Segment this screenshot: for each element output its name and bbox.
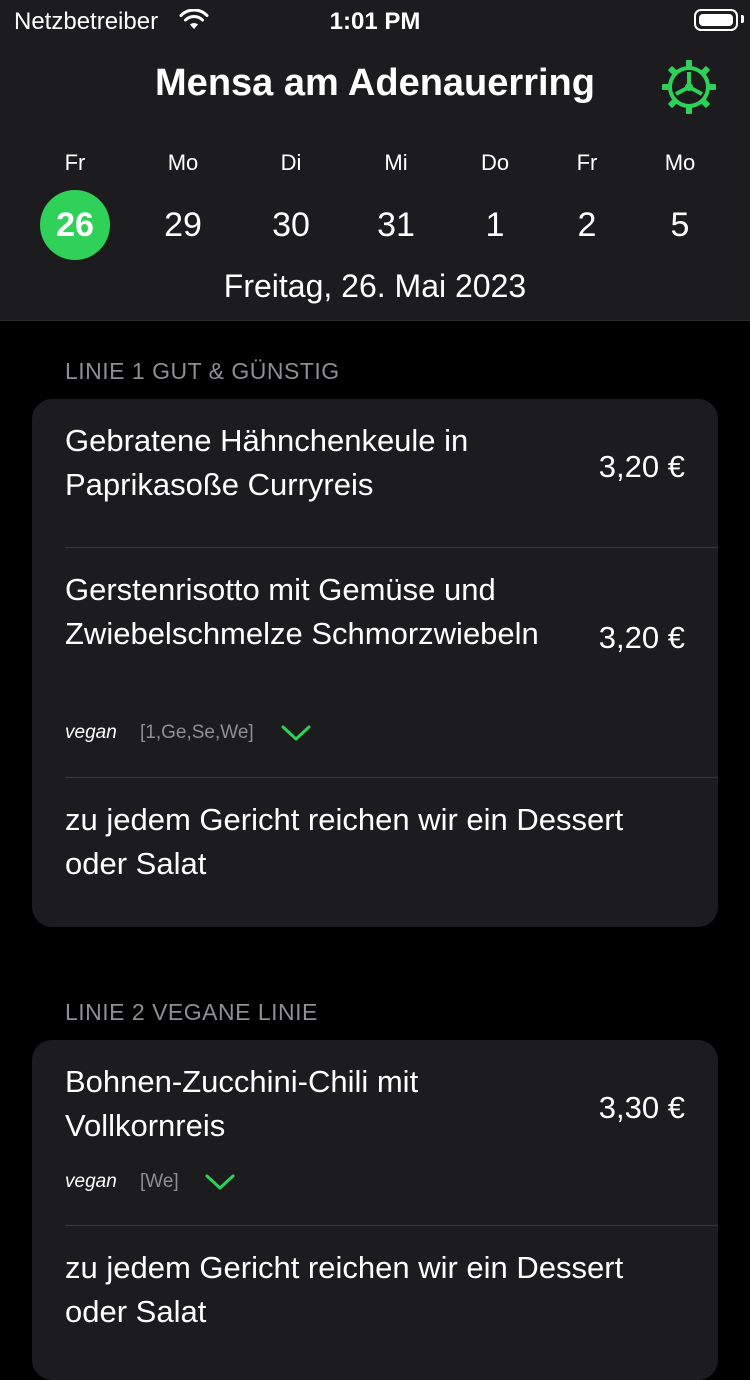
info-text: zu jedem Gericht reichen wir ein Dessert… [65, 802, 624, 881]
day-weekday: Fr [576, 150, 598, 175]
day-number: 29 [164, 206, 202, 244]
day-number: 31 [377, 206, 415, 244]
chevron-down-icon[interactable] [280, 723, 312, 743]
page-title: Mensa am Adenauerring [155, 62, 595, 104]
meal-row[interactable]: Gerstenrisotto mit Gemüse und Zwiebelsch… [32, 548, 718, 777]
day-number: 1 [485, 206, 505, 244]
day-weekday: Mo [664, 150, 696, 175]
day-number: 26 [40, 190, 110, 260]
info-row: zu jedem Gericht reichen wir ein Dessert… [32, 778, 718, 927]
info-row: zu jedem Gericht reichen wir ein Dessert… [32, 1226, 718, 1376]
status-time: 1:01 PM [329, 8, 421, 35]
chevron-down-icon[interactable] [204, 1172, 236, 1192]
meal-card: Bohnen-Zucchini-Chili mit Vollkornreis 3… [32, 1040, 718, 1380]
battery-icon [694, 9, 738, 31]
allergens: [We] [140, 1171, 179, 1192]
info-text: zu jedem Gericht reichen wir ein Dessert… [65, 1250, 624, 1329]
meal-row[interactable]: Gebratene Hähnchenkeule in Paprikasoße C… [32, 399, 718, 547]
diet-tag: vegan [65, 722, 117, 743]
day-weekday: Fr [64, 150, 86, 175]
section-title: LINIE 1 GUT & GÜNSTIG [65, 358, 340, 384]
meal-price: 3,20 € [598, 620, 685, 655]
meal-price: 3,20 € [598, 449, 685, 484]
day-number: 2 [577, 206, 597, 244]
battery-tip [741, 15, 744, 23]
meal-card: Gebratene Hähnchenkeule in Paprikasoße C… [32, 399, 718, 927]
meal-name: Gerstenrisotto mit Gemüse und Zwiebelsch… [65, 572, 539, 651]
header: Netzbetreiber 1:01 PM Mensa am Adenauerr… [0, 0, 750, 321]
day-weekday: Mo [167, 150, 199, 175]
gear-icon[interactable] [660, 58, 718, 116]
meal-row[interactable]: Bohnen-Zucchini-Chili mit Vollkornreis 3… [32, 1040, 718, 1225]
status-bar: Netzbetreiber 1:01 PM [0, 0, 750, 40]
section-title: LINIE 2 VEGANE LINIE [65, 999, 318, 1025]
day-weekday: Di [280, 150, 302, 175]
meal-price: 3,30 € [598, 1090, 685, 1125]
diet-tag: vegan [65, 1171, 117, 1192]
day-number: 5 [670, 206, 690, 244]
meal-name: Bohnen-Zucchini-Chili mit Vollkornreis [65, 1064, 419, 1143]
day-weekday: Do [480, 150, 510, 175]
day-number: 30 [272, 206, 310, 244]
selected-date-label: Freitag, 26. Mai 2023 [223, 268, 527, 304]
day-weekday: Mi [384, 150, 408, 175]
allergens: [1,Ge,Se,We] [140, 722, 254, 743]
meal-name: Gebratene Hähnchenkeule in Paprikasoße C… [65, 423, 469, 502]
